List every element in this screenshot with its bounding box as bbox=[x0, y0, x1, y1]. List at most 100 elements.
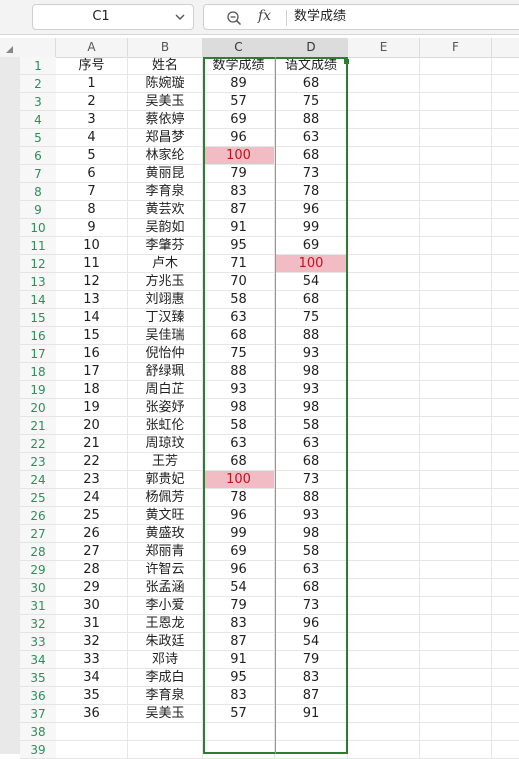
cell-a9[interactable]: 8 bbox=[56, 201, 128, 219]
cell-c22[interactable]: 63 bbox=[203, 435, 275, 453]
cell-c29[interactable]: 96 bbox=[203, 561, 275, 579]
cell-a37[interactable]: 36 bbox=[56, 705, 128, 723]
empty-cell[interactable] bbox=[420, 507, 492, 525]
cell-d23[interactable]: 68 bbox=[275, 453, 348, 471]
empty-cell[interactable] bbox=[492, 129, 519, 147]
cell-d30[interactable]: 68 bbox=[275, 579, 348, 597]
cell-d36[interactable]: 87 bbox=[275, 687, 348, 705]
cell-b19[interactable]: 周白芷 bbox=[128, 381, 203, 399]
empty-cell[interactable] bbox=[348, 507, 420, 525]
empty-cell[interactable] bbox=[492, 651, 519, 669]
empty-cell[interactable] bbox=[348, 687, 420, 705]
cell-d29[interactable]: 63 bbox=[275, 561, 348, 579]
cell-a35[interactable]: 34 bbox=[56, 669, 128, 687]
cell-a28[interactable]: 27 bbox=[56, 543, 128, 561]
empty-cell[interactable] bbox=[492, 219, 519, 237]
empty-cell[interactable] bbox=[348, 579, 420, 597]
cell-c31[interactable]: 79 bbox=[203, 597, 275, 615]
row-number[interactable]: 9 bbox=[20, 201, 56, 219]
row-number[interactable]: 13 bbox=[20, 273, 56, 291]
cell-a13[interactable]: 12 bbox=[56, 273, 128, 291]
cell-a18[interactable]: 17 bbox=[56, 363, 128, 381]
row-number[interactable]: 6 bbox=[20, 147, 56, 165]
empty-cell[interactable] bbox=[492, 309, 519, 327]
cell-b36[interactable]: 李育泉 bbox=[128, 687, 203, 705]
empty-cell[interactable] bbox=[348, 633, 420, 651]
cell-d8[interactable]: 78 bbox=[275, 183, 348, 201]
empty-cell[interactable] bbox=[492, 183, 519, 201]
empty-cell[interactable] bbox=[492, 723, 519, 741]
cell-b30[interactable]: 张孟涵 bbox=[128, 579, 203, 597]
cell-c19[interactable]: 93 bbox=[203, 381, 275, 399]
empty-cell[interactable] bbox=[492, 93, 519, 111]
empty-cell[interactable] bbox=[492, 453, 519, 471]
row-number[interactable]: 34 bbox=[20, 651, 56, 669]
empty-cell[interactable] bbox=[492, 327, 519, 345]
cell-a20[interactable]: 19 bbox=[56, 399, 128, 417]
cell-c10[interactable]: 91 bbox=[203, 219, 275, 237]
row-number[interactable]: 19 bbox=[20, 381, 56, 399]
cell-c12[interactable]: 71 bbox=[203, 255, 275, 273]
empty-cell[interactable] bbox=[420, 471, 492, 489]
cell-d35[interactable]: 83 bbox=[275, 669, 348, 687]
cell-b4[interactable]: 蔡依婷 bbox=[128, 111, 203, 129]
empty-cell[interactable] bbox=[420, 489, 492, 507]
cell-a19[interactable]: 18 bbox=[56, 381, 128, 399]
empty-cell[interactable] bbox=[348, 165, 420, 183]
cell-c30[interactable]: 54 bbox=[203, 579, 275, 597]
row-number[interactable]: 10 bbox=[20, 219, 56, 237]
empty-cell[interactable] bbox=[348, 57, 420, 75]
empty-cell[interactable] bbox=[492, 291, 519, 309]
cell-d20[interactable]: 98 bbox=[275, 399, 348, 417]
name-box[interactable]: C1 bbox=[32, 4, 194, 30]
empty-cell[interactable] bbox=[492, 273, 519, 291]
cell-d2[interactable]: 68 bbox=[275, 75, 348, 93]
empty-cell[interactable] bbox=[420, 669, 492, 687]
cell-b31[interactable]: 李小爱 bbox=[128, 597, 203, 615]
row-number[interactable]: 27 bbox=[20, 525, 56, 543]
cell-a29[interactable]: 28 bbox=[56, 561, 128, 579]
empty-cell[interactable] bbox=[420, 741, 492, 759]
cell-c5[interactable]: 96 bbox=[203, 129, 275, 147]
row-number[interactable]: 1 bbox=[20, 57, 56, 75]
row-number[interactable]: 36 bbox=[20, 687, 56, 705]
row-number[interactable]: 38 bbox=[20, 723, 56, 741]
empty-cell[interactable] bbox=[348, 183, 420, 201]
empty-cell[interactable] bbox=[420, 111, 492, 129]
cell-a27[interactable]: 26 bbox=[56, 525, 128, 543]
cell-a24[interactable]: 23 bbox=[56, 471, 128, 489]
empty-cell[interactable] bbox=[492, 741, 519, 759]
cell-b3[interactable]: 吴美玉 bbox=[128, 93, 203, 111]
empty-cell[interactable] bbox=[420, 615, 492, 633]
cell-c28[interactable]: 69 bbox=[203, 543, 275, 561]
cell-d19[interactable]: 93 bbox=[275, 381, 348, 399]
cell-c8[interactable]: 83 bbox=[203, 183, 275, 201]
cell-a5[interactable]: 4 bbox=[56, 129, 128, 147]
empty-cell[interactable] bbox=[420, 57, 492, 75]
empty-cell[interactable] bbox=[492, 201, 519, 219]
cell-d28[interactable]: 58 bbox=[275, 543, 348, 561]
cell-a8[interactable]: 7 bbox=[56, 183, 128, 201]
cell-c16[interactable]: 68 bbox=[203, 327, 275, 345]
empty-cell[interactable] bbox=[348, 93, 420, 111]
empty-cell[interactable] bbox=[420, 255, 492, 273]
empty-cell[interactable] bbox=[492, 615, 519, 633]
row-number[interactable]: 15 bbox=[20, 309, 56, 327]
cell-b6[interactable]: 林家纶 bbox=[128, 147, 203, 165]
cell-d38[interactable] bbox=[275, 723, 348, 741]
empty-cell[interactable] bbox=[492, 489, 519, 507]
empty-cell[interactable] bbox=[492, 345, 519, 363]
cell-d27[interactable]: 98 bbox=[275, 525, 348, 543]
cell-a34[interactable]: 33 bbox=[56, 651, 128, 669]
cell-b17[interactable]: 倪怡仲 bbox=[128, 345, 203, 363]
empty-cell[interactable] bbox=[348, 471, 420, 489]
cell-d13[interactable]: 54 bbox=[275, 273, 348, 291]
row-number[interactable]: 5 bbox=[20, 129, 56, 147]
empty-cell[interactable] bbox=[420, 219, 492, 237]
cell-c3[interactable]: 57 bbox=[203, 93, 275, 111]
empty-cell[interactable] bbox=[492, 417, 519, 435]
empty-cell[interactable] bbox=[348, 399, 420, 417]
cell-b10[interactable]: 吴韵如 bbox=[128, 219, 203, 237]
empty-cell[interactable] bbox=[420, 597, 492, 615]
empty-cell[interactable] bbox=[420, 147, 492, 165]
